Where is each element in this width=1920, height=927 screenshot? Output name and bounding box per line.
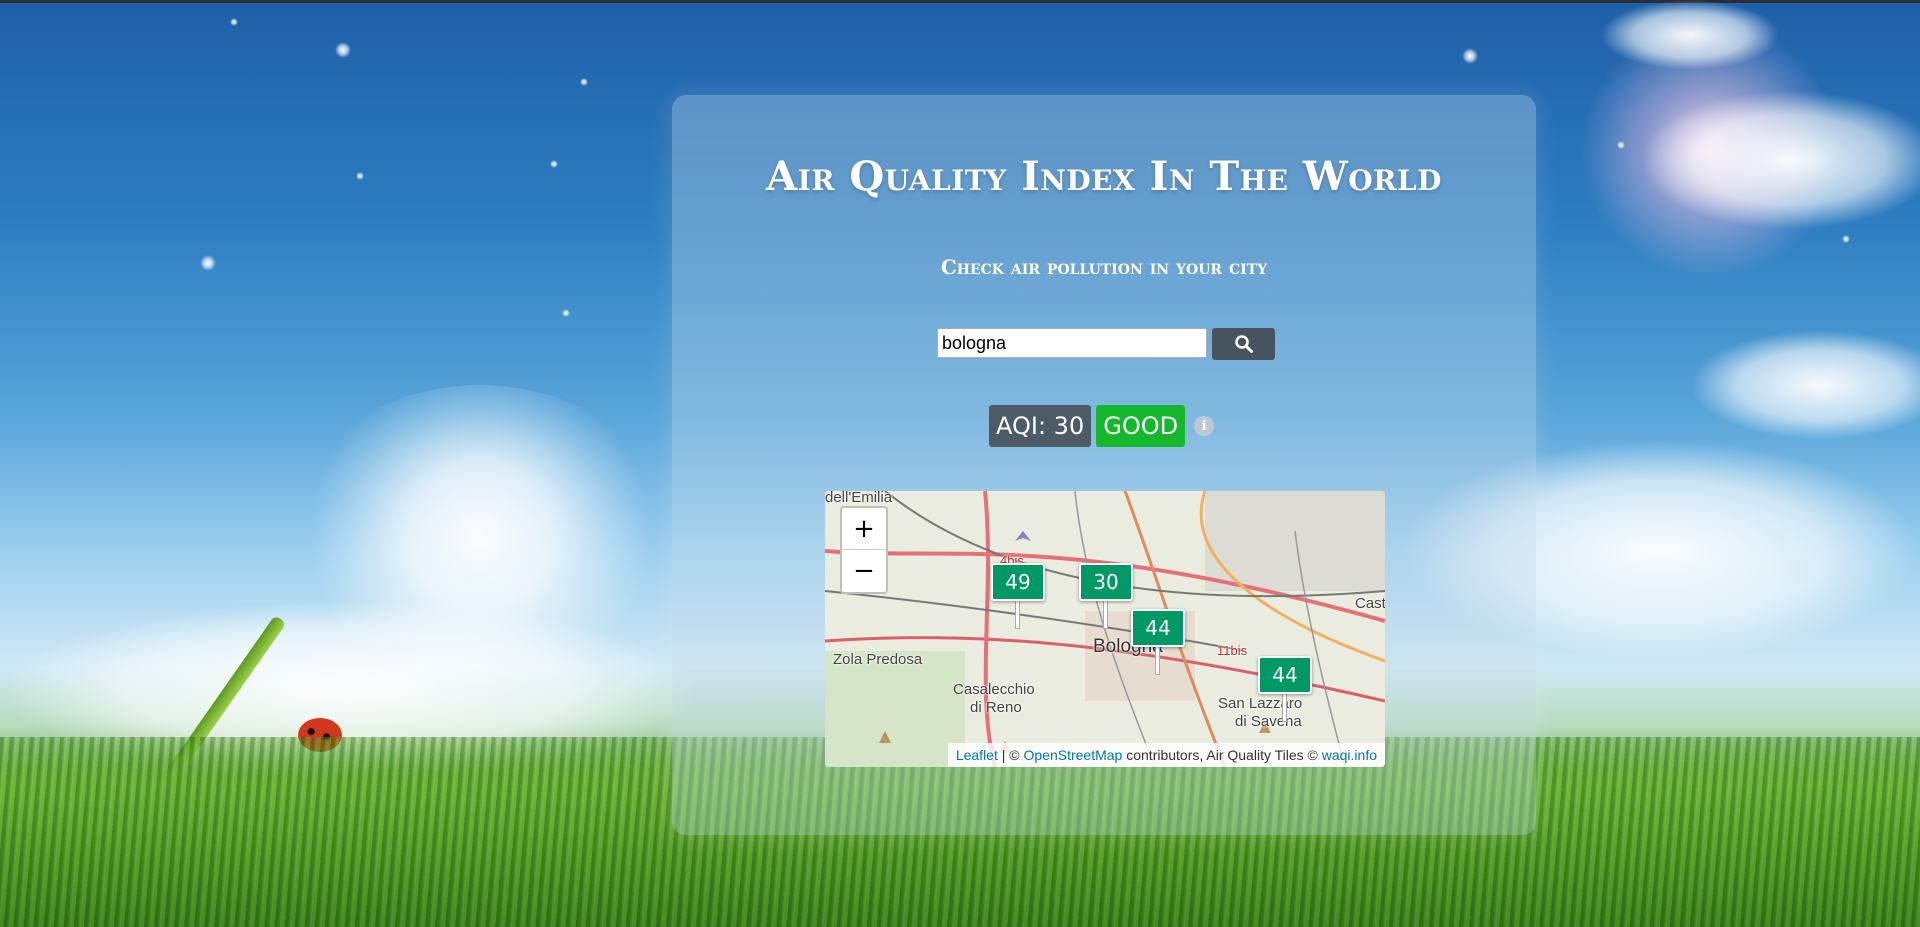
aqi-marker[interactable]: 30: [1079, 563, 1133, 601]
map-label-casalecchio-2: di Reno: [970, 699, 1022, 716]
waqi-link[interactable]: waqi.info: [1322, 747, 1377, 763]
sparkle: [356, 172, 364, 180]
zoom-out-button[interactable]: −: [842, 550, 886, 591]
sparkle: [1462, 48, 1478, 64]
city-search-input[interactable]: [937, 328, 1207, 358]
page-subtitle: Check air pollution in your city: [940, 255, 1268, 279]
cloud: [1600, 0, 1780, 70]
attribution-separator: | ©: [997, 747, 1024, 763]
page-title: Air Quality Index In The World: [766, 153, 1442, 200]
sparkle: [335, 42, 351, 58]
openstreetmap-link[interactable]: OpenStreetMap: [1024, 747, 1123, 763]
map-label-di-savena: di Savena: [1235, 713, 1302, 730]
leaflet-link[interactable]: Leaflet: [956, 747, 998, 763]
dandelion-illustration: [290, 385, 670, 685]
map-label-zola-predosa: Zola Predosa: [833, 651, 923, 668]
map-attribution: Leaflet | © OpenStreetMap contributors, …: [947, 743, 1385, 767]
sparkle: [580, 78, 588, 86]
map-label-11bis: 11bis: [1217, 643, 1248, 658]
aqi-result: AQI: 30 GOOD i: [989, 405, 1215, 447]
map-label-emilia: dell'Emilia: [825, 491, 893, 506]
sparkle: [200, 255, 216, 271]
cloud: [1640, 90, 1920, 230]
aqi-value-badge: AQI: 30: [989, 405, 1092, 447]
info-icon[interactable]: i: [1194, 416, 1215, 436]
aqi-level-badge: GOOD: [1096, 405, 1186, 447]
browser-top-edge: [0, 0, 1920, 3]
search-bar: [937, 328, 1275, 360]
attribution-text: contributors, Air Quality Tiles ©: [1122, 747, 1322, 763]
map-zoom-control: + −: [840, 506, 888, 594]
map-label-castel: Cast: [1355, 595, 1385, 612]
map-label-san-lazzaro: San Lazzaro: [1218, 695, 1303, 712]
sparkle: [1842, 235, 1850, 243]
map-label-casalecchio: Casalecchio: [953, 681, 1035, 698]
sparkle: [550, 160, 558, 168]
sparkle: [230, 18, 238, 26]
search-button[interactable]: [1212, 328, 1275, 360]
cloud: [1690, 330, 1920, 440]
main-card: Air Quality Index In The World Check air…: [672, 95, 1536, 835]
air-quality-map[interactable]: dell'Emilia 4bis Zola Predosa Casalecchi…: [825, 491, 1385, 767]
sparkle: [1617, 141, 1625, 149]
aqi-marker[interactable]: 49: [991, 563, 1045, 601]
page-background: Air Quality Index In The World Check air…: [0, 0, 1920, 927]
aqi-marker[interactable]: 44: [1258, 656, 1312, 694]
zoom-in-button[interactable]: +: [842, 508, 886, 549]
search-icon: [1234, 335, 1253, 353]
aqi-marker[interactable]: 44: [1131, 609, 1185, 647]
sparkle: [562, 309, 570, 317]
